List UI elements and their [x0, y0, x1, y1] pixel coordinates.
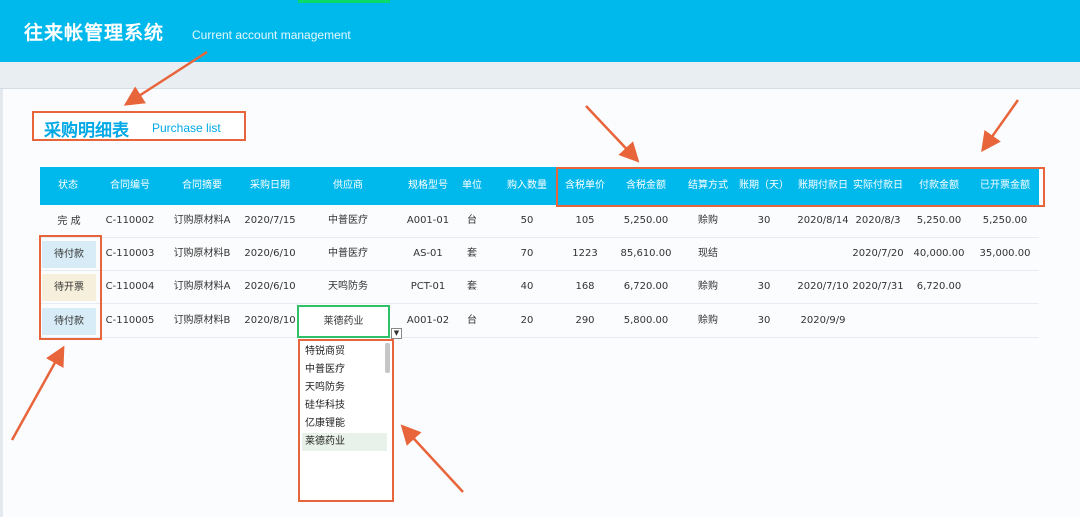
- arrow-to-dropdown: [400, 424, 464, 493]
- arrow-to-title: [123, 50, 208, 106]
- annotation-arrows: [10, 50, 1020, 493]
- arrow-to-amount-columns: [585, 105, 640, 163]
- arrow-to-status-cells: [10, 345, 65, 441]
- arrow-to-invoiced-columns: [981, 99, 1020, 153]
